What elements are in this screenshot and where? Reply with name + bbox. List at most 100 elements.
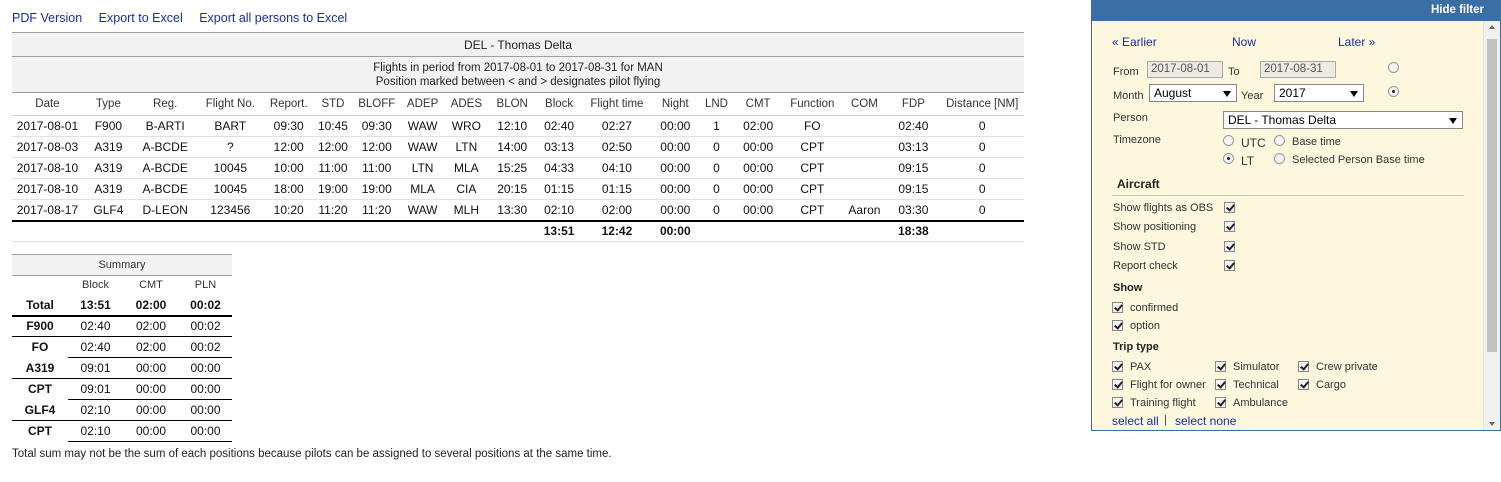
table-cell: 0 <box>940 115 1024 137</box>
table-cell: 2017-08-17 <box>12 199 83 222</box>
totals-row: 13:51 12:42 00:00 18:38 <box>12 220 1024 242</box>
date-range-radio[interactable] <box>1388 62 1399 73</box>
chevron-down-icon <box>1223 91 1231 97</box>
column-header[interactable]: BLOFF <box>352 92 401 116</box>
column-header[interactable]: BLON <box>488 92 537 116</box>
table-cell: CPT <box>782 178 843 200</box>
month-year-radio[interactable] <box>1388 86 1399 97</box>
table-cell: 00:00 <box>651 199 699 222</box>
column-header[interactable]: Flight time <box>582 92 652 116</box>
show-option-checkbox[interactable] <box>1112 302 1123 313</box>
column-header[interactable]: ADES <box>444 92 489 116</box>
table-row[interactable]: 2017-08-03 A319 A-BCDE? 12:00 12:00 12:00 WAW L… <box>12 136 1024 158</box>
summary-value: 00:00 <box>179 357 232 379</box>
trip-type-checkbox[interactable] <box>1215 379 1226 390</box>
trip-type-checkbox[interactable] <box>1112 397 1123 408</box>
table-cell: 0 <box>940 178 1024 200</box>
table-cell: 11:00 <box>352 157 401 179</box>
column-header[interactable]: Function <box>782 92 843 116</box>
table-cell: 0 <box>698 178 735 200</box>
trip-type-label: Simulator <box>1233 361 1280 373</box>
column-header[interactable]: Flight No. <box>196 92 265 116</box>
later-link[interactable]: Later » <box>1338 35 1375 49</box>
column-header[interactable]: Distance [NM] <box>940 92 1024 116</box>
export-excel-link[interactable]: Export to Excel <box>99 11 183 25</box>
aircraft-option-checkbox[interactable] <box>1224 202 1235 213</box>
aircraft-option-checkbox[interactable] <box>1224 240 1235 252</box>
total-cell: 18:38 <box>886 220 941 242</box>
year-select[interactable]: 2017 <box>1274 84 1364 102</box>
filter-scrollbar[interactable] <box>1483 21 1500 430</box>
show-title: Show <box>1113 282 1143 294</box>
summary-label: GLF4 <box>12 399 68 421</box>
aircraft-option-checkbox[interactable] <box>1224 259 1235 271</box>
utc-radio[interactable] <box>1223 135 1234 146</box>
selected-person-base-radio[interactable] <box>1274 153 1285 164</box>
summary-label: FO <box>31 340 49 355</box>
export-all-excel-link[interactable]: Export all persons to Excel <box>199 11 347 25</box>
trip-type-checkbox[interactable] <box>1112 361 1123 372</box>
scrollbar-thumb[interactable] <box>1487 39 1497 352</box>
column-header[interactable]: COM <box>842 92 887 116</box>
table-cell: 2017-08-10 <box>12 157 83 179</box>
to-date-input[interactable]: 2017-08-31 <box>1260 61 1336 78</box>
select-all-link[interactable]: select all <box>1112 414 1159 428</box>
column-header[interactable]: Reg. <box>133 92 197 116</box>
month-label: Month <box>1113 90 1144 102</box>
earlier-link[interactable]: « Earlier <box>1112 35 1157 49</box>
table-cell: 2017-08-01 <box>12 115 83 137</box>
column-header[interactable]: Night <box>651 92 699 116</box>
month-select[interactable]: August <box>1149 84 1237 102</box>
summary-value: 02:00 <box>123 294 179 317</box>
lt-radio[interactable] <box>1223 153 1234 164</box>
column-header[interactable]: ADEP <box>400 92 445 116</box>
table-row[interactable]: 2017-08-10 A319 A-BCDE 10045 10:00 11:00 11:00… <box>12 157 1024 179</box>
column-header[interactable]: FDP <box>886 92 941 116</box>
summary-value: 13:51 <box>68 294 123 317</box>
column-header[interactable]: Block <box>536 92 583 116</box>
person-select[interactable]: DEL - Thomas Delta <box>1223 111 1463 129</box>
pdf-version-link[interactable]: PDF Version <box>12 11 82 25</box>
base-time-label: Base time <box>1292 136 1341 148</box>
report-title: DEL - Thomas Delta <box>12 32 1024 57</box>
base-time-radio[interactable] <box>1274 135 1285 146</box>
table-cell: 1 <box>698 115 735 137</box>
from-date-input[interactable]: 2017-08-01 <box>1147 61 1223 78</box>
trip-type-checkbox[interactable] <box>1298 379 1309 390</box>
column-header[interactable]: Report. <box>264 92 314 116</box>
show-option-checkbox[interactable] <box>1112 320 1123 331</box>
table-row[interactable]: 2017-08-01 F900 B-ARTI BART 09:30 10:45 09:30 W… <box>12 115 1024 137</box>
scroll-down-icon[interactable] <box>1489 422 1495 426</box>
trip-type-checkbox[interactable] <box>1112 379 1123 390</box>
table-cell: 0 <box>698 199 735 222</box>
column-header[interactable]: Type <box>82 92 134 116</box>
table-cell: MLA <box>400 178 445 200</box>
table-cell: 18:00 <box>264 178 314 200</box>
table-cell: 12:00 <box>313 136 353 158</box>
table-cell <box>842 178 887 200</box>
aircraft-option-checkbox[interactable] <box>1224 221 1235 233</box>
total-cell <box>82 220 134 242</box>
table-row[interactable]: 2017-08-10 A319 A-BCDE 10045 18:00 19:00 19:00… <box>12 178 1024 200</box>
column-header[interactable]: CMT <box>734 92 783 116</box>
select-none-link[interactable]: select none <box>1175 414 1236 428</box>
table-cell: 00:00 <box>734 136 783 158</box>
hide-filter-link[interactable]: Hide filter <box>1431 4 1484 16</box>
now-link[interactable]: Now <box>1232 35 1256 49</box>
chevron-down-icon <box>1350 91 1358 97</box>
table-cell: 10:20 <box>264 199 314 222</box>
table-row[interactable]: 2017-08-17 GLF4 D-LEON 123456 10:20 11:20 11:2… <box>12 199 1024 222</box>
scroll-up-icon[interactable] <box>1489 25 1495 29</box>
trip-type-checkbox[interactable] <box>1215 397 1226 408</box>
total-cell <box>12 220 83 242</box>
month-value: August <box>1154 86 1192 100</box>
trip-type-checkbox[interactable] <box>1215 361 1226 372</box>
table-cell: 02:50 <box>582 136 652 158</box>
aircraft-option-label: Show STD <box>1113 240 1166 253</box>
summary-label: CPT <box>28 424 52 439</box>
column-header[interactable]: STD <box>313 92 353 116</box>
column-header[interactable]: Date <box>12 92 83 116</box>
trip-type-checkbox[interactable] <box>1298 361 1309 372</box>
utc-label: UTC <box>1241 136 1266 150</box>
column-header[interactable]: LND <box>698 92 735 116</box>
